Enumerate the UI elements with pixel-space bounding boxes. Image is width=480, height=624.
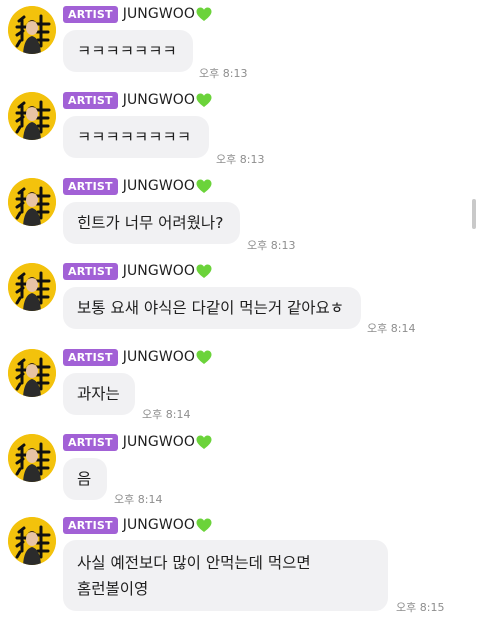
message-time: 오후 8:15 bbox=[396, 601, 445, 614]
green-heart-icon bbox=[196, 179, 212, 194]
message-bubble[interactable]: ㅋㅋㅋㅋㅋㅋㅋ bbox=[63, 30, 193, 72]
avatar-image bbox=[8, 349, 56, 397]
sender-row: ARTIST JUNGWOO bbox=[63, 4, 212, 24]
message-line: 사실 예전보다 많이 안먹는데 먹으면 bbox=[77, 554, 311, 572]
sender-row: ARTIST JUNGWOO bbox=[63, 432, 212, 452]
message-time: 오후 8:14 bbox=[367, 322, 416, 335]
sender-name: JUNGWOO bbox=[122, 517, 195, 533]
artist-badge: ARTIST bbox=[63, 433, 118, 451]
avatar[interactable] bbox=[8, 349, 56, 397]
artist-badge: ARTIST bbox=[63, 348, 118, 366]
avatar[interactable] bbox=[8, 6, 56, 54]
chat-message: ARTIST JUNGWOO 사실 예전보다 많이 안먹는데 먹으면 홈런볼이영… bbox=[0, 511, 480, 624]
artist-badge: ARTIST bbox=[63, 177, 118, 195]
message-bubble[interactable]: 힌트가 너무 어려웠나? bbox=[63, 202, 240, 244]
message-time: 오후 8:13 bbox=[247, 239, 296, 252]
chat-message-list[interactable]: ARTIST JUNGWOO ㅋㅋㅋㅋㅋㅋㅋ 오후 8:13 ARTIST JU… bbox=[0, 0, 480, 624]
sender-row: ARTIST JUNGWOO bbox=[63, 261, 212, 281]
sender-row: ARTIST JUNGWOO bbox=[63, 515, 212, 535]
sender-row: ARTIST JUNGWOO bbox=[63, 347, 212, 367]
avatar-image bbox=[8, 517, 56, 565]
chat-message: ARTIST JUNGWOO ㅋㅋㅋㅋㅋㅋㅋ 오후 8:13 bbox=[0, 0, 480, 82]
message-time: 오후 8:14 bbox=[142, 408, 191, 421]
chat-message: ARTIST JUNGWOO 힌트가 너무 어려웠나? 오후 8:13 bbox=[0, 172, 480, 254]
sender-name: JUNGWOO bbox=[122, 178, 195, 194]
sender-name: JUNGWOO bbox=[122, 349, 195, 365]
chat-message: ARTIST JUNGWOO 보통 요새 야식은 다같이 먹는거 같아요ㅎ 오후… bbox=[0, 257, 480, 339]
avatar[interactable] bbox=[8, 178, 56, 226]
message-bubble[interactable]: 사실 예전보다 많이 안먹는데 먹으면 홈런볼이영 bbox=[63, 540, 388, 611]
artist-badge: ARTIST bbox=[63, 516, 118, 534]
avatar[interactable] bbox=[8, 517, 56, 565]
message-time: 오후 8:13 bbox=[199, 67, 248, 80]
avatar-image bbox=[8, 434, 56, 482]
green-heart-icon bbox=[196, 435, 212, 450]
message-bubble[interactable]: 보통 요새 야식은 다같이 먹는거 같아요ㅎ bbox=[63, 287, 361, 329]
avatar[interactable] bbox=[8, 92, 56, 140]
message-bubble[interactable]: ㅋㅋㅋㅋㅋㅋㅋㅋ bbox=[63, 116, 209, 158]
artist-badge: ARTIST bbox=[63, 91, 118, 109]
chat-message: ARTIST JUNGWOO 과자는 오후 8:14 bbox=[0, 343, 480, 425]
message-time: 오후 8:14 bbox=[114, 493, 163, 506]
sender-name: JUNGWOO bbox=[122, 92, 195, 108]
avatar[interactable] bbox=[8, 263, 56, 311]
message-bubble[interactable]: 과자는 bbox=[63, 373, 135, 415]
scrollbar-thumb[interactable] bbox=[472, 199, 476, 229]
message-bubble[interactable]: 음 bbox=[63, 458, 107, 500]
message-time: 오후 8:13 bbox=[216, 153, 265, 166]
green-heart-icon bbox=[196, 518, 212, 533]
sender-row: ARTIST JUNGWOO bbox=[63, 90, 212, 110]
sender-name: JUNGWOO bbox=[122, 6, 195, 22]
sender-name: JUNGWOO bbox=[122, 263, 195, 279]
avatar-image bbox=[8, 178, 56, 226]
artist-badge: ARTIST bbox=[63, 5, 118, 23]
green-heart-icon bbox=[196, 93, 212, 108]
avatar-image bbox=[8, 6, 56, 54]
message-line: 홈런볼이영 bbox=[77, 580, 149, 598]
sender-row: ARTIST JUNGWOO bbox=[63, 176, 212, 196]
green-heart-icon bbox=[196, 350, 212, 365]
avatar[interactable] bbox=[8, 434, 56, 482]
avatar-image bbox=[8, 92, 56, 140]
chat-message: ARTIST JUNGWOO 음 오후 8:14 bbox=[0, 428, 480, 510]
green-heart-icon bbox=[196, 7, 212, 22]
sender-name: JUNGWOO bbox=[122, 434, 195, 450]
green-heart-icon bbox=[196, 264, 212, 279]
chat-message: ARTIST JUNGWOO ㅋㅋㅋㅋㅋㅋㅋㅋ 오후 8:13 bbox=[0, 86, 480, 168]
artist-badge: ARTIST bbox=[63, 262, 118, 280]
avatar-image bbox=[8, 263, 56, 311]
